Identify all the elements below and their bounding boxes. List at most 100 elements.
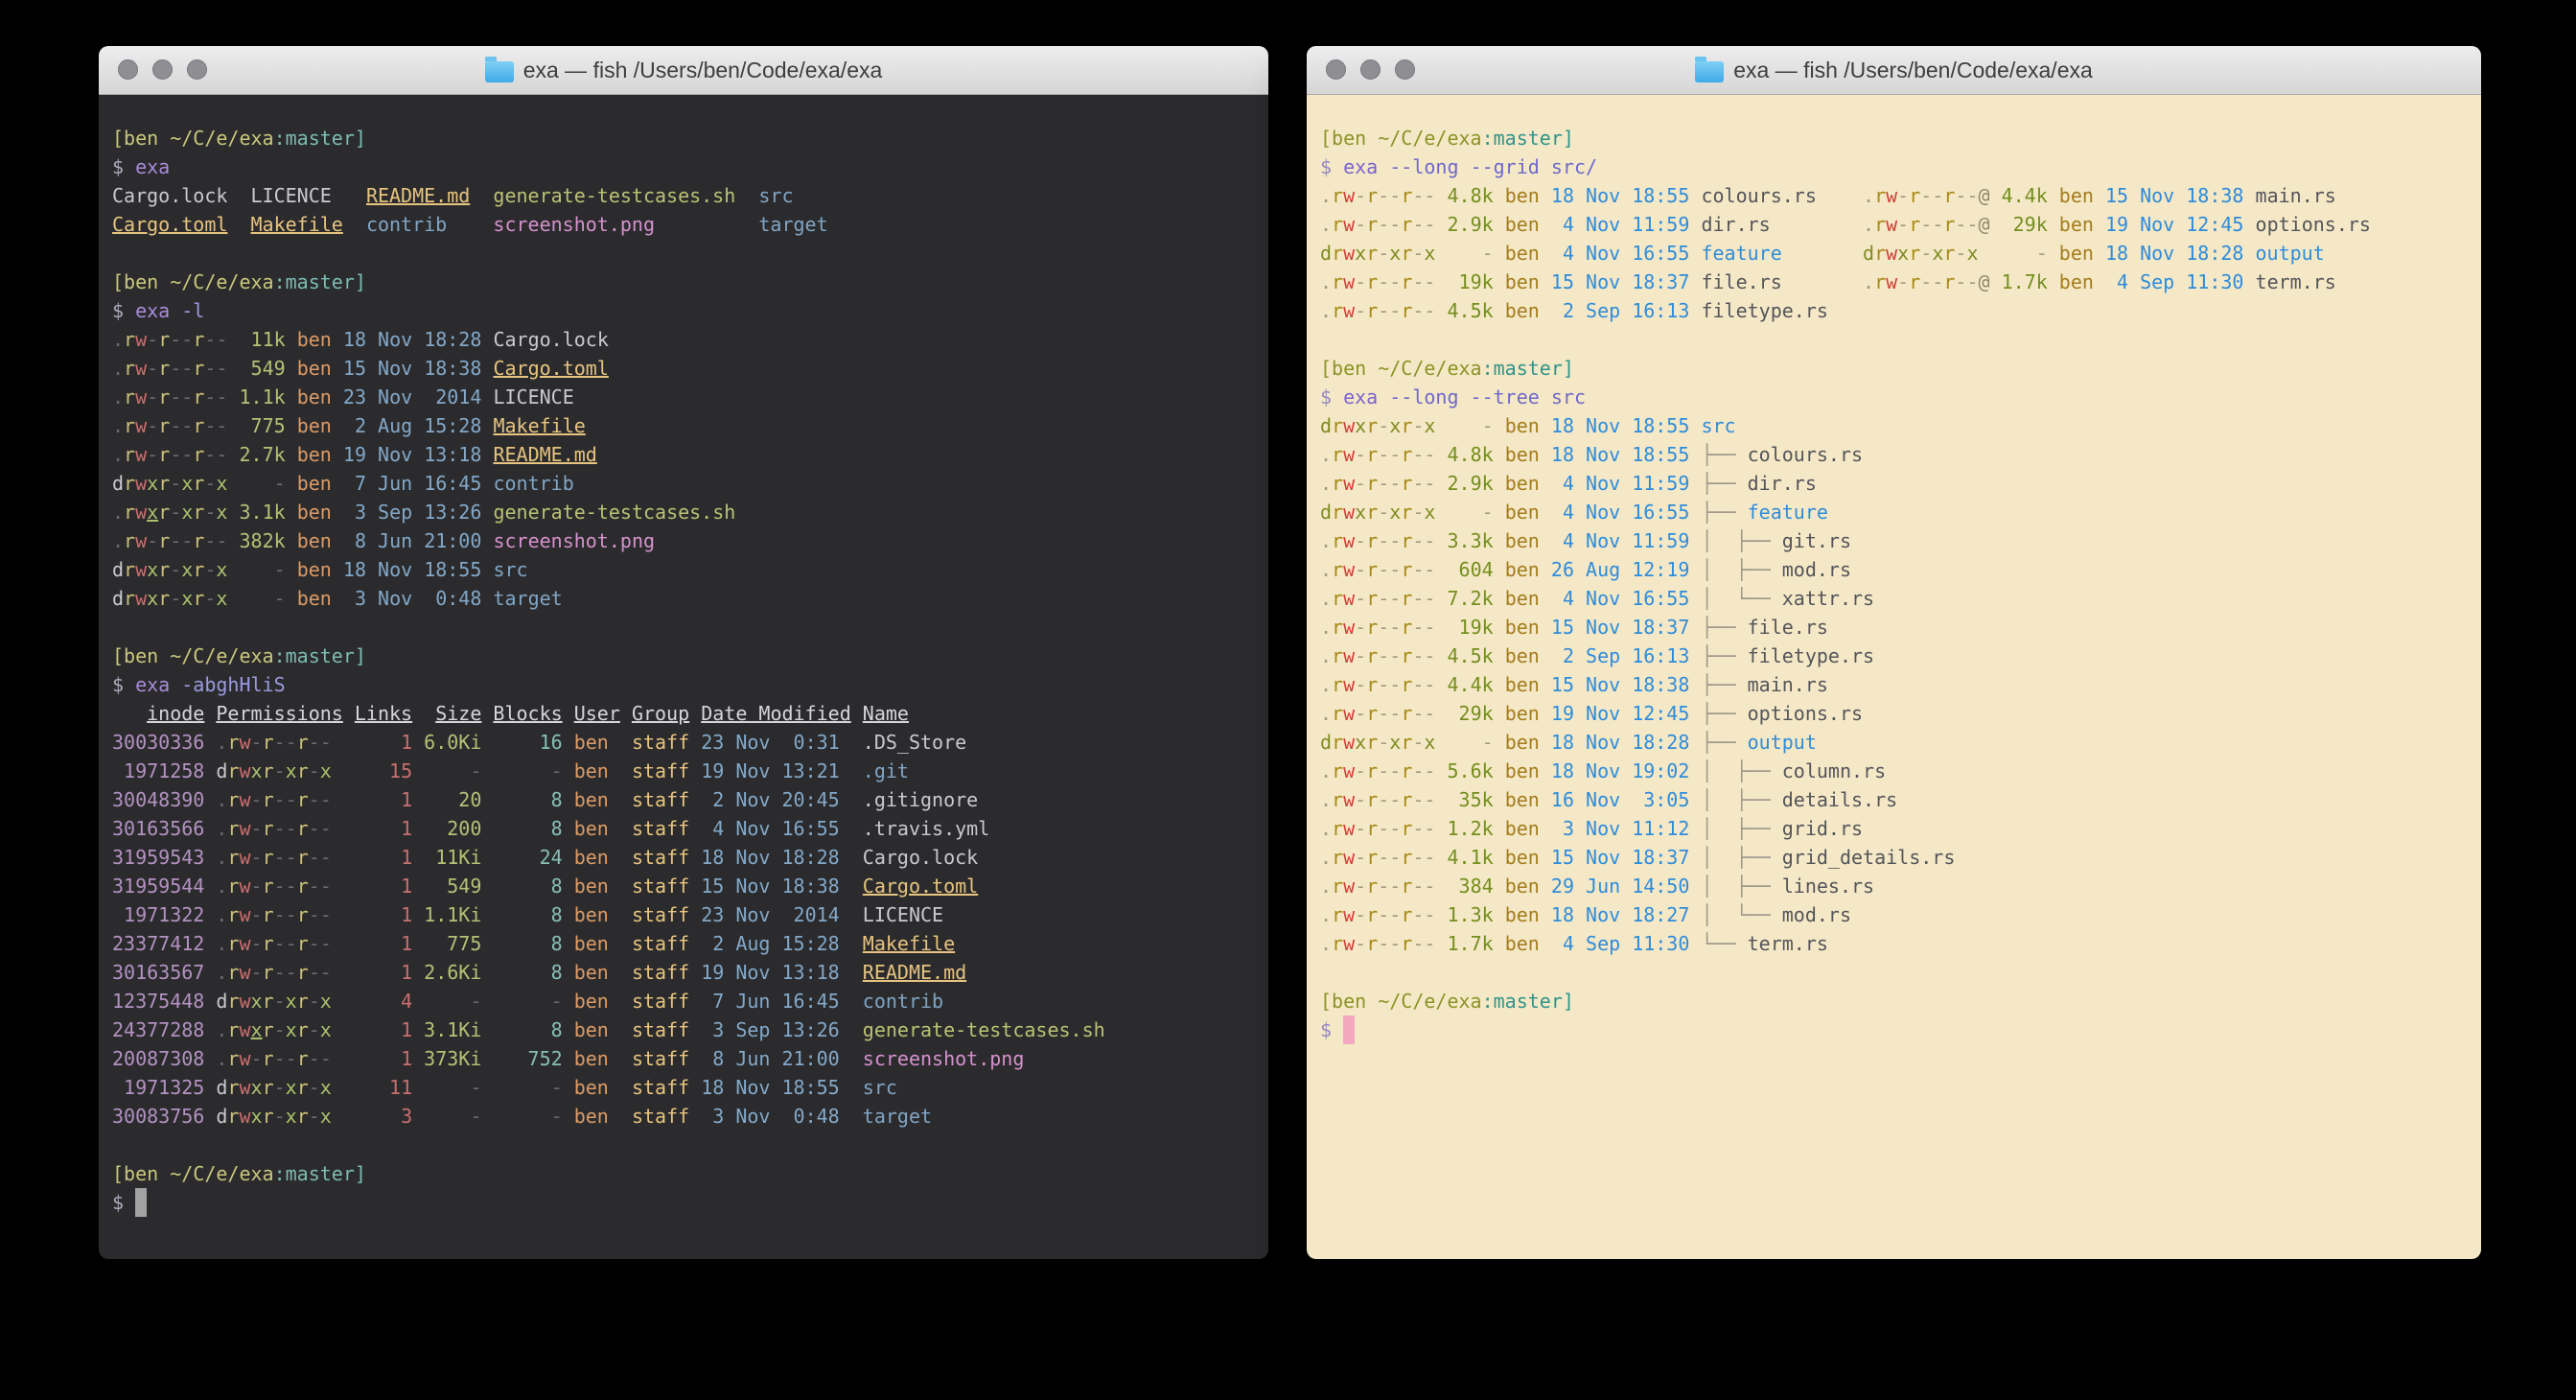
text-run: ben — [563, 990, 620, 1013]
permission-bits: r — [1401, 673, 1412, 696]
text-run: :master] — [274, 127, 366, 150]
text-run: - — [412, 990, 481, 1013]
text-run: - — [412, 1076, 481, 1099]
permission-bits: r — [1366, 242, 1378, 265]
permission-bits: - — [1355, 270, 1366, 293]
permission-bits: - — [1412, 443, 1424, 466]
text-run: --long --tree — [1389, 385, 1540, 408]
titlebar[interactable]: exa — fish /Users/ben/Code/exa/exa — [1307, 46, 2481, 95]
minimize-button[interactable] — [152, 59, 173, 80]
terminal-window-dark: exa — fish /Users/ben/Code/exa/exa [ben … — [99, 46, 1268, 1259]
terminal-line: $ — [112, 1188, 1255, 1217]
terminal-line: .rw-r--r-- 4.4k ben 15 Nov 18:38 ├── mai… — [1320, 670, 2468, 699]
close-button[interactable] — [118, 59, 138, 80]
permission-bits: d — [112, 558, 124, 581]
permission-bits: - — [1389, 270, 1401, 293]
permission-bits: x — [286, 990, 297, 1013]
permission-bits: - — [204, 414, 216, 437]
permission-bits: - — [1355, 846, 1366, 869]
permission-bits: . — [112, 501, 124, 524]
titlebar[interactable]: exa — fish /Users/ben/Code/exa/exa — [99, 46, 1268, 95]
permission-bits: - — [1389, 616, 1401, 639]
text-run: 8 Jun 21:00 — [332, 529, 482, 552]
text-run — [1689, 501, 1701, 524]
text-run: :master] — [274, 270, 366, 293]
permission-bits: d — [112, 587, 124, 610]
text-run: src — [1689, 414, 1735, 437]
permission-bits: - — [251, 961, 263, 984]
text-run — [1689, 846, 1701, 869]
text-run: grid_details.rs — [1782, 846, 1956, 869]
permission-bits: r — [1366, 616, 1378, 639]
text-run: 1.1k — [227, 385, 285, 408]
permission-bits: - — [1355, 702, 1366, 725]
permission-bits: . — [1320, 673, 1332, 696]
text-run: 2 Aug 15:28 — [689, 932, 840, 955]
permission-bits: w — [1343, 817, 1355, 840]
traffic-lights — [1326, 59, 1415, 80]
close-button[interactable] — [1326, 59, 1346, 80]
permission-bits: - — [1378, 443, 1389, 466]
terminal-line: .rw-r--r-- 2.7k ben 19 Nov 13:18 README.… — [112, 440, 1255, 469]
minimize-button[interactable] — [1360, 59, 1381, 80]
permission-bits: . — [1863, 270, 1874, 293]
text-run: $ — [1320, 155, 1343, 178]
text-run — [227, 184, 250, 207]
permission-bits: - — [1389, 903, 1401, 926]
permission-bits: r — [1366, 299, 1378, 322]
text-run: 11 — [332, 1076, 412, 1099]
permission-bits: r — [227, 1076, 239, 1099]
permission-bits: w — [1343, 788, 1355, 811]
permission-bits: - — [1378, 673, 1389, 696]
text-run: target — [481, 587, 562, 610]
permission-bits: - — [181, 357, 193, 380]
text-run: dir.rs — [1748, 472, 1817, 495]
text-run: .git — [840, 759, 909, 782]
permission-bits: . — [112, 328, 124, 351]
zoom-button[interactable] — [187, 59, 207, 80]
text-run: ben — [286, 414, 332, 437]
permission-bits: r — [227, 1047, 239, 1070]
zoom-button[interactable] — [1395, 59, 1415, 80]
permission-bits: r — [1366, 644, 1378, 667]
text-run: ben — [286, 472, 332, 495]
permission-bits: . — [1320, 184, 1332, 207]
permission-bits: - — [1424, 529, 1435, 552]
text-run: 3 Nov 0:48 — [689, 1105, 840, 1128]
permission-bits: . — [112, 443, 124, 466]
text-run: src — [758, 184, 793, 207]
text-run: staff — [620, 990, 689, 1013]
permission-bits: - — [1378, 788, 1389, 811]
permission-bits: - — [274, 759, 286, 782]
permission-bits: - — [1424, 270, 1435, 293]
permission-bits: r — [124, 357, 135, 380]
permission-bits: - — [170, 328, 181, 351]
text-run: 2 Sep 16:13 — [1540, 299, 1690, 322]
text-run: 15 Nov 18:37 — [1540, 270, 1690, 293]
permission-bits: - — [274, 932, 286, 955]
text-run: 2.9k — [1435, 213, 1493, 236]
text-run — [1689, 903, 1701, 926]
terminal-line: .rw-r--r-- 2.9k ben 4 Nov 11:59 ├── dir.… — [1320, 469, 2468, 498]
terminal-screen-left[interactable]: [ben ~/C/e/exa:master]$ exaCargo.lock LI… — [99, 95, 1268, 1226]
permission-bits: r — [1874, 184, 1886, 207]
terminal-line: Cargo.lock LICENCE README.md generate-te… — [112, 181, 1255, 210]
terminal-line: [ben ~/C/e/exa:master] — [1320, 987, 2468, 1015]
permission-bits: - — [1424, 846, 1435, 869]
permission-bits: r — [263, 990, 274, 1013]
text-run: Group — [632, 702, 689, 725]
permission-bits: r — [1401, 213, 1412, 236]
text-run: 16 Nov 3:05 — [1540, 788, 1690, 811]
permission-bits: - — [309, 817, 320, 840]
text-run: 4 Sep 11:30 — [2094, 270, 2244, 293]
permission-bits: - — [286, 1047, 297, 1070]
terminal-screen-right[interactable]: [ben ~/C/e/exa:master]$ exa --long --gri… — [1307, 95, 2481, 1054]
permission-bits: - — [1424, 558, 1435, 581]
permission-bits: w — [135, 443, 147, 466]
text-run: ben — [563, 961, 620, 984]
text-run: 19k — [1435, 616, 1493, 639]
text-run: grid.rs — [1782, 817, 1863, 840]
permission-bits: r — [124, 385, 135, 408]
permission-bits: - — [286, 875, 297, 898]
terminal-line: $ exa -abghHliS — [112, 670, 1255, 699]
